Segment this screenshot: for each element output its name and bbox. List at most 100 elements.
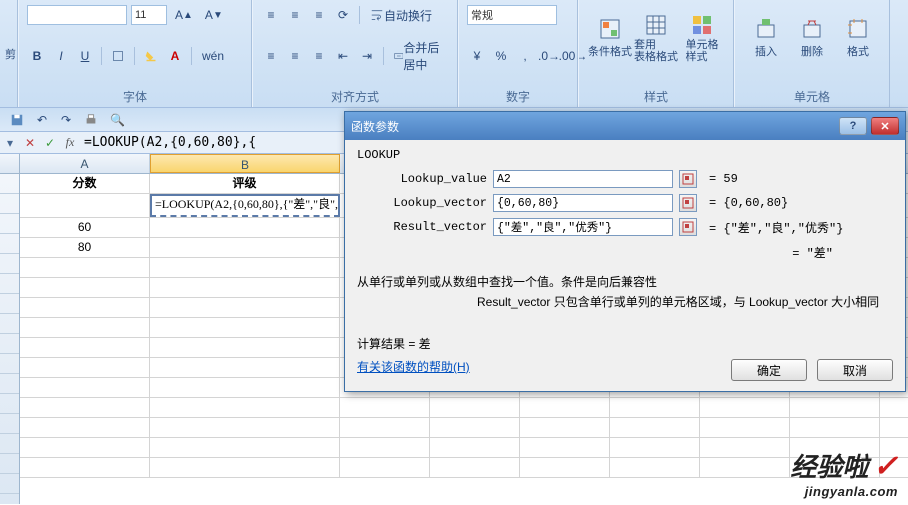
align-center-icon[interactable]: ≡ [285,46,305,66]
active-cell[interactable]: =LOOKUP(A2,{0,60,80},{"差","良", [150,194,340,217]
cell[interactable] [150,218,340,237]
cell[interactable]: 分数 [20,174,150,193]
cell[interactable] [430,458,520,477]
align-top-icon[interactable]: ≡ [261,5,281,25]
row-header[interactable] [0,314,19,334]
cell[interactable] [20,438,150,457]
cell[interactable] [340,438,430,457]
enter-icon[interactable]: ✓ [40,133,60,153]
row-header[interactable] [0,174,19,194]
font-color-button[interactable]: A [165,46,185,66]
cell[interactable] [150,338,340,357]
cell[interactable] [20,258,150,277]
increase-font-icon[interactable]: A▲ [171,5,197,25]
cell[interactable] [150,358,340,377]
font-size-select[interactable] [131,5,167,25]
insert-function-icon[interactable]: fx [60,133,80,153]
font-family-select[interactable] [27,5,127,25]
function-help-link[interactable]: 有关该函数的帮助(H) [357,360,470,374]
currency-button[interactable]: ¥ [467,46,487,66]
align-right-icon[interactable]: ≡ [309,46,329,66]
row-header[interactable] [0,394,19,414]
col-header-B[interactable]: B [150,154,340,173]
row-header[interactable] [0,454,19,474]
cell[interactable] [790,418,880,437]
cell[interactable] [20,318,150,337]
row-header[interactable] [0,354,19,374]
cell[interactable]: 评级 [150,174,340,193]
cell[interactable] [700,458,790,477]
cell[interactable] [700,438,790,457]
increase-indent-icon[interactable]: ⇥ [357,46,377,66]
range-picker-icon[interactable] [679,194,697,212]
qat-undo-icon[interactable]: ↶ [32,110,52,130]
cell[interactable] [340,418,430,437]
decrease-indent-icon[interactable]: ⇤ [333,46,353,66]
lookup-value-input[interactable] [493,170,673,188]
merge-center-button[interactable]: 合并后居中 [390,46,449,66]
cell[interactable] [340,458,430,477]
cell[interactable] [20,418,150,437]
range-picker-icon[interactable] [679,170,697,188]
qat-print-icon[interactable] [80,110,102,130]
cell[interactable] [430,418,520,437]
cell[interactable] [700,398,790,417]
cell[interactable] [610,398,700,417]
cell[interactable] [520,418,610,437]
ok-button[interactable]: 确定 [731,359,807,381]
fill-color-button[interactable] [141,46,161,66]
italic-button[interactable]: I [51,46,71,66]
row-header[interactable] [0,474,19,494]
cell[interactable] [610,438,700,457]
row-header[interactable] [0,434,19,454]
cell[interactable] [20,194,150,217]
dialog-titlebar[interactable]: 函数参数 ? ✕ [345,112,905,140]
select-all-corner[interactable] [0,154,20,174]
cell[interactable] [150,318,340,337]
cell-styles-button[interactable]: 单元格 样式 [679,4,725,72]
row-header[interactable] [0,214,19,234]
decrease-font-icon[interactable]: A▼ [201,5,227,25]
cell[interactable] [150,278,340,297]
cell[interactable] [520,438,610,457]
result-vector-input[interactable] [493,218,673,236]
cell[interactable] [150,458,340,477]
name-box-dropdown-icon[interactable]: ▾ [0,133,20,153]
cell[interactable] [520,398,610,417]
cancel-button[interactable]: 取消 [817,359,893,381]
delete-button[interactable]: 删除 [789,4,835,72]
cell[interactable] [340,398,430,417]
cell[interactable] [20,298,150,317]
cell[interactable]: 60 [20,218,150,237]
cell[interactable] [150,438,340,457]
cell[interactable] [430,438,520,457]
comma-button[interactable]: , [515,46,535,66]
qat-redo-icon[interactable]: ↷ [56,110,76,130]
align-left-icon[interactable]: ≡ [261,46,281,66]
cell[interactable]: 80 [20,238,150,257]
bold-button[interactable]: B [27,46,47,66]
lookup-vector-input[interactable] [493,194,673,212]
col-header-A[interactable]: A [20,154,150,173]
increase-decimal-icon[interactable]: .0→ [539,46,559,66]
conditional-format-button[interactable]: 条件格式 [587,4,633,72]
qat-preview-icon[interactable]: 🔍 [106,110,129,130]
cell[interactable] [520,458,610,477]
help-button[interactable]: ? [839,117,867,135]
cell[interactable] [20,278,150,297]
cell[interactable] [20,398,150,417]
close-button[interactable]: ✕ [871,117,899,135]
wrap-text-button[interactable]: 自动换行 [366,5,436,25]
cell[interactable] [150,238,340,257]
row-header[interactable] [0,294,19,314]
align-bottom-icon[interactable]: ≡ [309,5,329,25]
cell[interactable] [150,418,340,437]
row-header[interactable] [0,194,19,214]
cancel-icon[interactable]: ✕ [20,133,40,153]
cell[interactable] [20,378,150,397]
cell[interactable] [20,458,150,477]
percent-button[interactable]: % [491,46,511,66]
cell[interactable] [790,398,880,417]
insert-button[interactable]: 插入 [743,4,789,72]
row-header[interactable] [0,374,19,394]
